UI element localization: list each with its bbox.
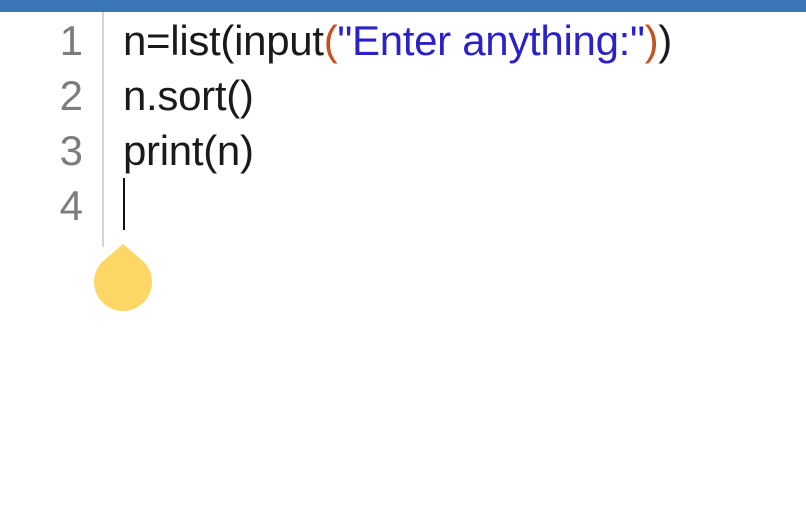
code-editor[interactable]: 1 n=list(input("Enter anything:")) 2 n.s… <box>0 12 806 507</box>
code-token: ) <box>658 17 672 64</box>
line-number: 4 <box>59 182 83 229</box>
code-token-paren: ( <box>323 17 338 64</box>
code-text[interactable]: n=list(input("Enter anything:")) <box>123 14 672 68</box>
code-token-string: "Enter anything:" <box>337 17 645 64</box>
code-line-1[interactable]: 1 n=list(input("Enter anything:")) <box>0 14 806 68</box>
caret-handle-icon[interactable] <box>94 244 152 314</box>
text-caret <box>123 178 125 230</box>
line-number: 1 <box>59 17 83 64</box>
code-token: n=list(input <box>123 17 324 64</box>
code-line-2[interactable]: 2 n.sort() <box>0 69 806 123</box>
code-line-4[interactable]: 4 <box>0 179 806 233</box>
code-text[interactable]: n.sort() <box>123 69 254 123</box>
code-line-3[interactable]: 3 print(n) <box>0 124 806 178</box>
code-text[interactable]: print(n) <box>123 124 254 178</box>
line-number: 2 <box>59 72 83 119</box>
top-status-bar <box>0 0 806 12</box>
line-number: 3 <box>59 127 83 174</box>
code-token-paren: ) <box>644 17 659 64</box>
